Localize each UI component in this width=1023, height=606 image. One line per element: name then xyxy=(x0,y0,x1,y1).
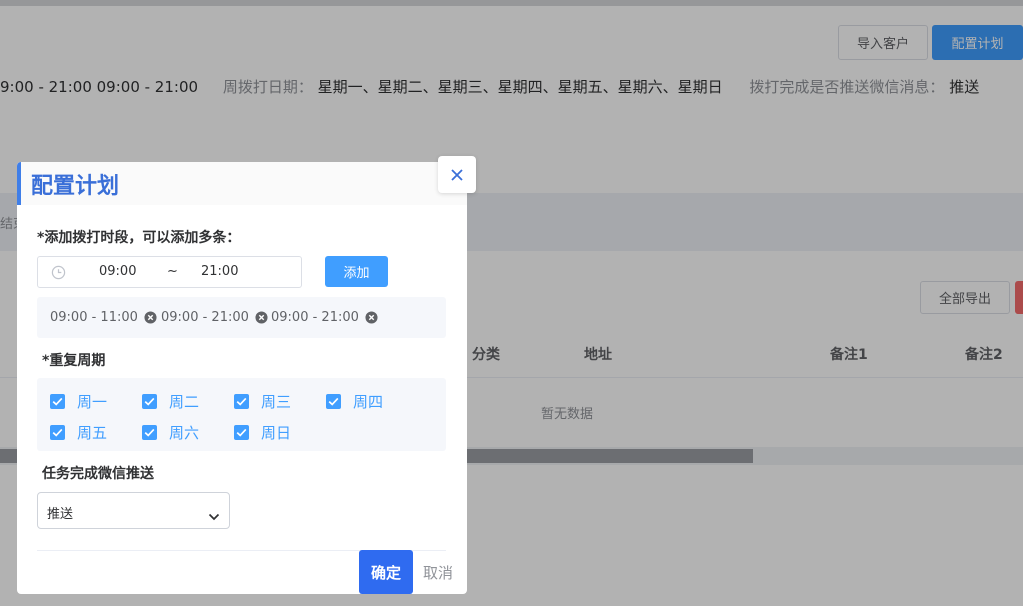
checkbox-label: 周五 xyxy=(77,424,108,442)
tag-close-icon[interactable] xyxy=(255,311,268,324)
checkbox-saturday[interactable]: 周六 xyxy=(142,422,199,443)
checkbox-label: 周四 xyxy=(353,393,384,411)
close-icon xyxy=(451,168,463,181)
wechat-push-value: 推送 xyxy=(47,507,74,522)
time-tag: 09:00 - 21:00 xyxy=(271,310,378,325)
wechat-push-label: 任务完成微信推送 xyxy=(42,466,154,482)
checkbox-tuesday[interactable]: 周二 xyxy=(142,391,199,412)
checkbox-checked-icon[interactable] xyxy=(142,394,157,409)
add-time-button[interactable]: 添加 xyxy=(325,256,388,287)
time-section-label: *添加拨打时段，可以添加多条： xyxy=(37,230,241,246)
checkbox-label: 周二 xyxy=(169,393,200,411)
chevron-down-icon xyxy=(208,506,220,525)
checkbox-checked-icon[interactable] xyxy=(326,394,341,409)
tag-close-icon[interactable] xyxy=(365,311,378,324)
dialog-close-button[interactable] xyxy=(438,156,476,193)
checkbox-checked-icon[interactable] xyxy=(142,425,157,440)
weekday-checkbox-group: 周一 周二 周三 周四 周五 周六 周日 xyxy=(37,378,446,451)
time-tag-list: 09:00 - 11:00 09:00 - 21:00 09:00 - 21:0… xyxy=(37,297,446,338)
time-tag-label: 09:00 - 11:00 xyxy=(50,310,138,325)
checkbox-friday[interactable]: 周五 xyxy=(50,422,107,443)
checkbox-thursday[interactable]: 周四 xyxy=(326,391,383,412)
tag-close-icon[interactable] xyxy=(144,311,157,324)
config-plan-dialog: 配置计划 *添加拨打时段，可以添加多条： 09:00 ~ 21:00 添加 09… xyxy=(17,162,467,594)
checkbox-label: 周六 xyxy=(169,424,200,442)
checkbox-wednesday[interactable]: 周三 xyxy=(234,391,291,412)
dialog-title-accent xyxy=(17,162,21,205)
checkbox-checked-icon[interactable] xyxy=(234,425,249,440)
checkbox-checked-icon[interactable] xyxy=(234,394,249,409)
time-range-picker[interactable]: 09:00 ~ 21:00 xyxy=(37,256,302,288)
cancel-button[interactable]: 取消 xyxy=(423,562,453,583)
time-end-input[interactable]: 21:00 xyxy=(201,264,238,279)
checkbox-checked-icon[interactable] xyxy=(50,425,65,440)
time-tag-label: 09:00 - 21:00 xyxy=(161,310,249,325)
time-tag: 09:00 - 21:00 xyxy=(161,310,268,325)
checkbox-label: 周一 xyxy=(77,393,108,411)
time-tag-label: 09:00 - 21:00 xyxy=(271,310,359,325)
time-tag: 09:00 - 11:00 xyxy=(50,310,157,325)
checkbox-checked-icon[interactable] xyxy=(50,394,65,409)
confirm-button[interactable]: 确定 xyxy=(359,550,413,594)
checkbox-sunday[interactable]: 周日 xyxy=(234,422,291,443)
checkbox-label: 周日 xyxy=(261,424,292,442)
time-start-input[interactable]: 09:00 xyxy=(99,264,136,279)
checkbox-label: 周三 xyxy=(261,393,292,411)
checkbox-monday[interactable]: 周一 xyxy=(50,391,107,412)
time-range-separator: ~ xyxy=(167,264,178,279)
wechat-push-select[interactable]: 推送 xyxy=(37,492,230,529)
clock-icon xyxy=(51,265,66,284)
dialog-title: 配置计划 xyxy=(31,174,120,199)
repeat-cycle-label: *重复周期 xyxy=(42,353,106,369)
